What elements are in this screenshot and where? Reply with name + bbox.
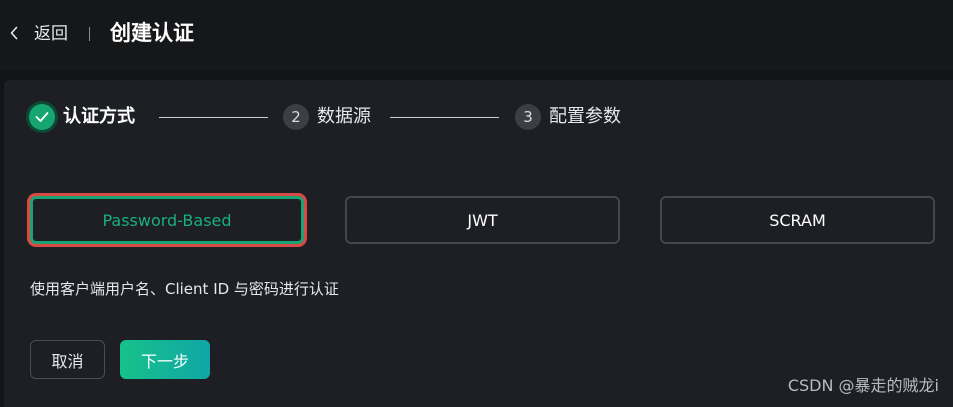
watermark: CSDN @暴走的贼龙i — [787, 376, 939, 395]
step-data-source: 2 数据源 — [283, 104, 371, 130]
method-scram[interactable]: SCRAM — [660, 196, 935, 244]
chevron-left-icon[interactable] — [8, 25, 20, 41]
step-label: 数据源 — [317, 106, 371, 127]
create-auth-page: 返回 创建认证 认证方式 2 数据源 3 配置参数 Password-Based… — [0, 0, 953, 407]
step-label: 配置参数 — [549, 106, 621, 127]
method-password-based[interactable]: Password-Based — [30, 196, 304, 244]
method-description: 使用客户端用户名、Client ID 与密码进行认证 — [30, 280, 339, 298]
step-number: 2 — [283, 104, 309, 130]
step-number: 3 — [515, 104, 541, 130]
page-header: 返回 创建认证 — [0, 0, 953, 70]
check-icon — [29, 104, 55, 130]
back-link[interactable]: 返回 — [34, 22, 68, 46]
step-connector — [390, 117, 499, 118]
step-connector — [159, 117, 268, 118]
step-auth-method: 认证方式 — [29, 104, 135, 130]
cancel-button[interactable]: 取消 — [30, 340, 105, 379]
next-step-button[interactable]: 下一步 — [120, 340, 210, 379]
method-jwt[interactable]: JWT — [345, 196, 620, 244]
header-divider — [89, 27, 90, 41]
step-label: 认证方式 — [63, 106, 135, 127]
step-config-params: 3 配置参数 — [515, 104, 621, 130]
page-title: 创建认证 — [110, 21, 194, 45]
